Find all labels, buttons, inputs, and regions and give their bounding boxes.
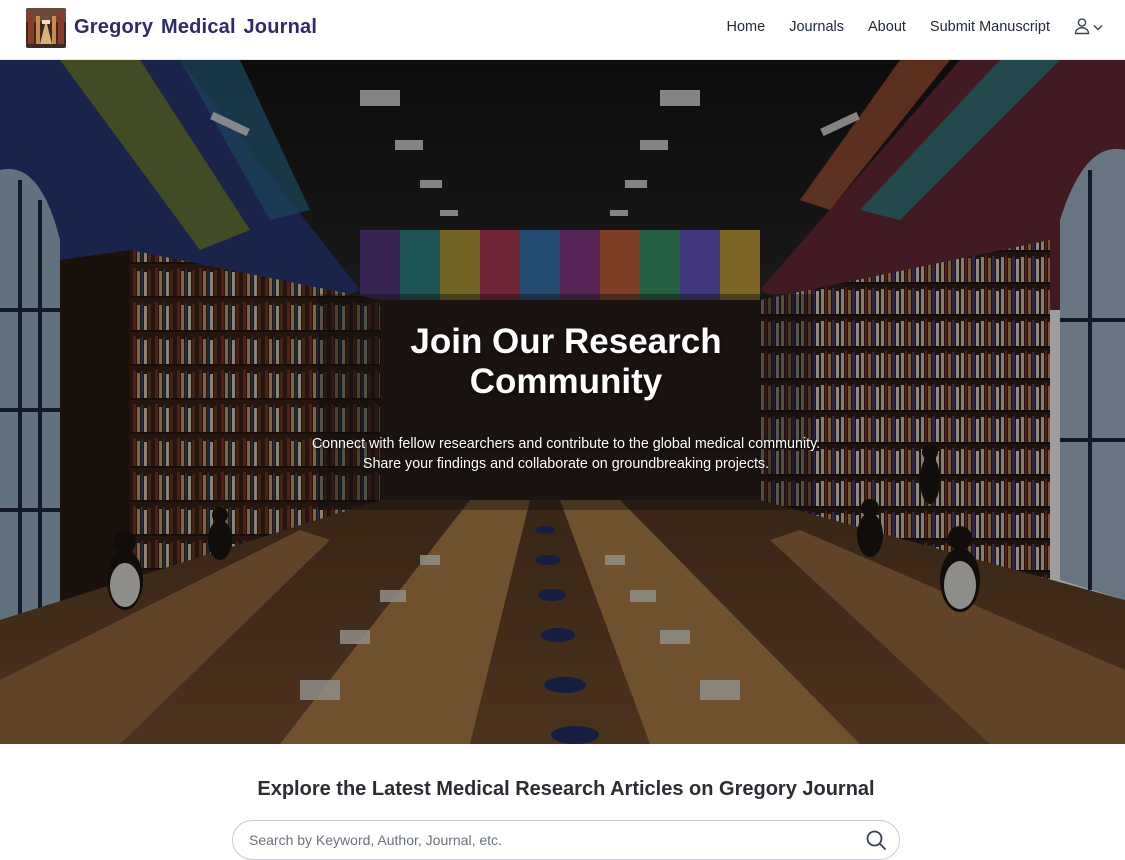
hero-description: Connect with fellow researchers and cont…	[311, 436, 821, 472]
site-header: Gregory Medical Journal Home Journals Ab…	[0, 0, 1125, 60]
chevron-down-icon	[1092, 20, 1104, 38]
site-title[interactable]: Gregory Medical Journal	[74, 16, 317, 39]
main-nav: Home Journals About Submit Manuscript	[727, 19, 1050, 35]
user-icon	[1074, 17, 1090, 40]
nav-journals-link[interactable]: Journals	[789, 19, 844, 35]
explore-heading: Explore the Latest Medical Research Arti…	[257, 778, 875, 800]
nav-home-link[interactable]: Home	[727, 19, 766, 35]
hero-banner: Join Our Research Community Connect with…	[0, 60, 1125, 744]
site-logo[interactable]	[26, 8, 66, 48]
nav-submit-manuscript-link[interactable]: Submit Manuscript	[930, 19, 1050, 35]
nav-about-link[interactable]: About	[868, 19, 906, 35]
user-menu-button[interactable]	[1074, 17, 1104, 40]
search-icon[interactable]	[865, 829, 887, 851]
search-input[interactable]	[249, 830, 849, 850]
hero-title: Join Our Research Community	[410, 322, 722, 401]
article-search-bar	[232, 820, 900, 860]
